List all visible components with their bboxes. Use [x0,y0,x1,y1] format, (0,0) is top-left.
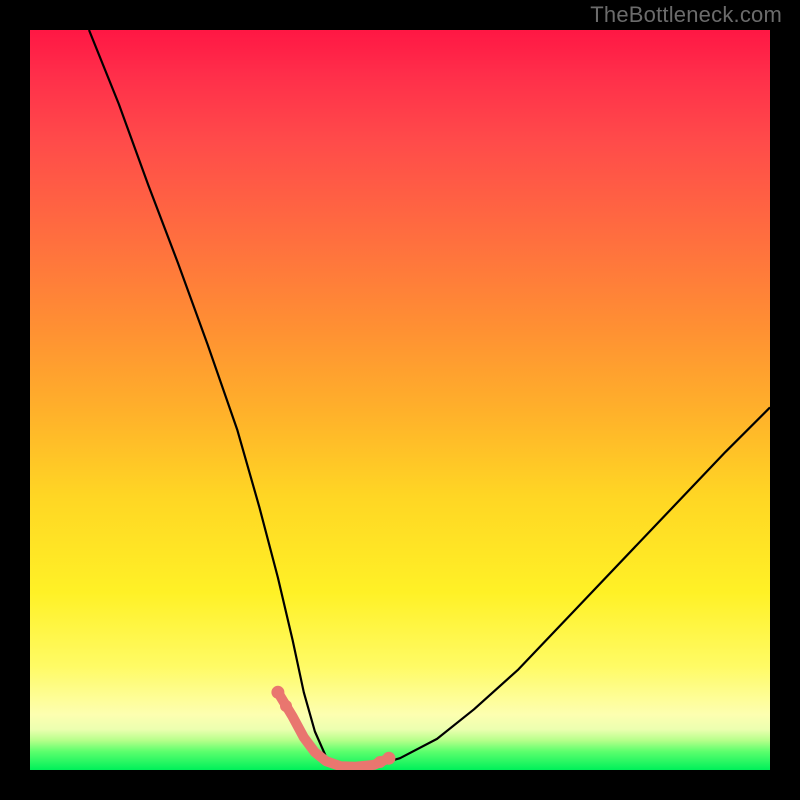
watermark-text: TheBottleneck.com [590,2,782,28]
chart-frame: TheBottleneck.com [0,0,800,800]
highlight-dot-left [271,686,284,699]
plot-background [30,30,770,770]
main-curve [89,30,770,767]
highlight-dot-left-2 [280,700,292,712]
curve-layer [30,30,770,770]
highlight-dot-right-2 [374,756,386,768]
bottom-highlight [278,692,389,766]
